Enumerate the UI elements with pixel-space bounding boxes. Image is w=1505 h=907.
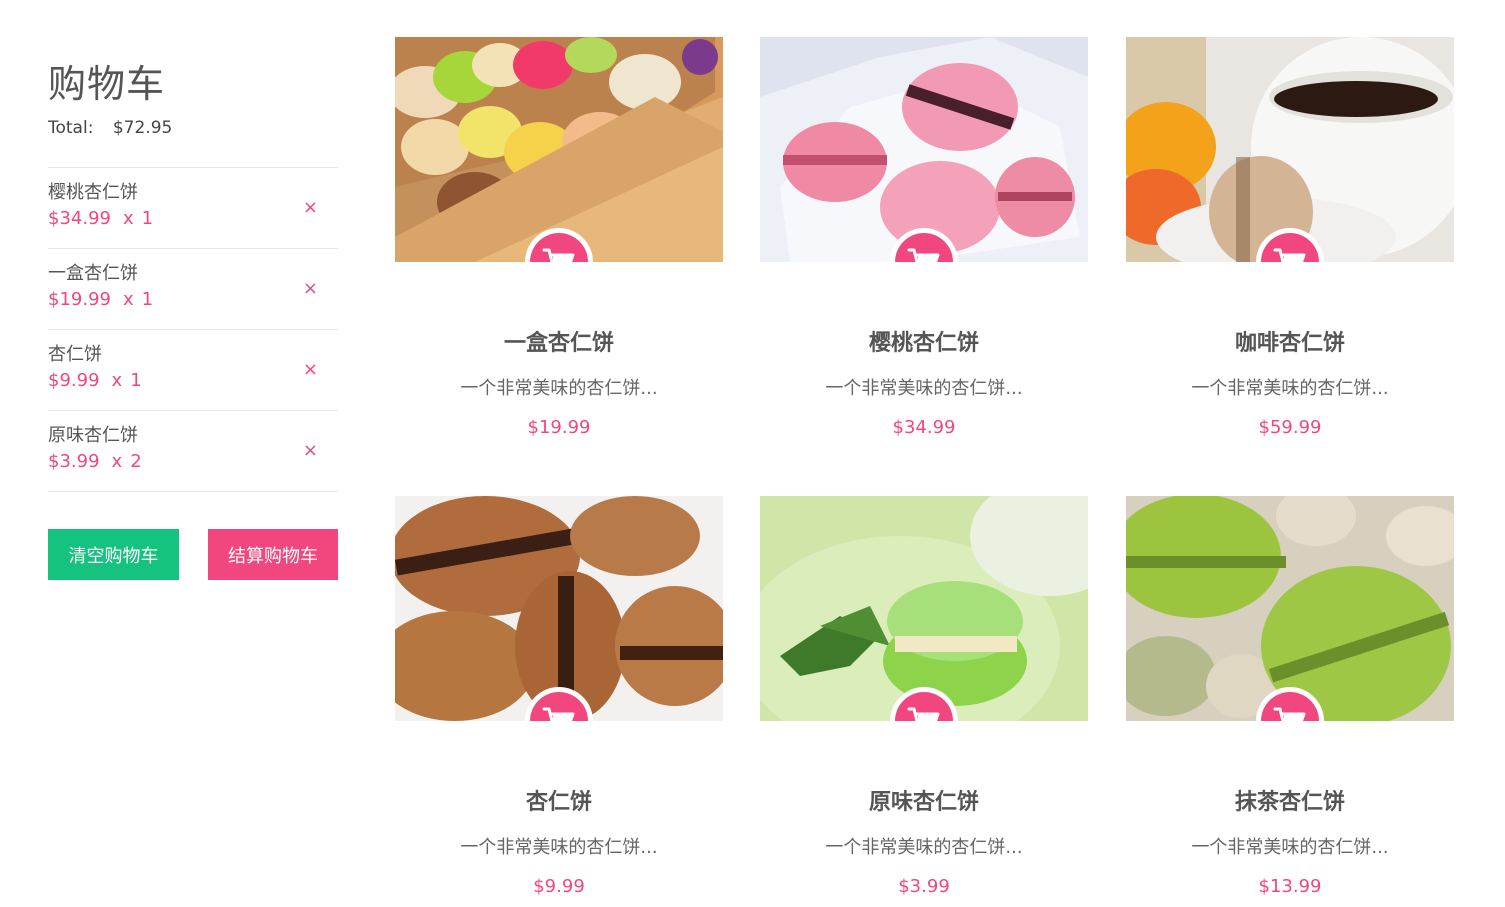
product-description: 一个非常美味的杏仁饼... xyxy=(460,378,658,399)
cart-item: 一盒杏仁饼 $19.99 x 1 × xyxy=(48,249,338,330)
product-image-chocolate-macaron xyxy=(395,496,723,721)
checkout-button[interactable]: 结算购物车 xyxy=(208,529,338,580)
remove-item-button[interactable]: × xyxy=(303,276,318,302)
cart-actions: 清空购物车 结算购物车 xyxy=(48,529,338,580)
cart-item-times: x xyxy=(122,289,134,310)
product-name: 杏仁饼 xyxy=(525,790,592,815)
product-name: 樱桃杏仁饼 xyxy=(868,331,979,356)
product-card: 原味杏仁饼 一个非常美味的杏仁饼... $3.99 xyxy=(760,496,1088,907)
product-name: 抹茶杏仁饼 xyxy=(1234,790,1345,815)
product-description: 一个非常美味的杏仁饼... xyxy=(1191,837,1389,858)
product-card: 一盒杏仁饼 一个非常美味的杏仁饼... $19.99 xyxy=(395,37,723,457)
product-image-coffee-macaron xyxy=(1126,37,1454,262)
clear-cart-button[interactable]: 清空购物车 xyxy=(48,529,179,580)
cart-item: 杏仁饼 $9.99 x 1 × xyxy=(48,330,338,411)
product-price: $3.99 xyxy=(898,876,950,897)
cart-item-price: $9.99 xyxy=(48,370,100,391)
cart-item-price: $19.99 xyxy=(48,289,111,310)
cart-item-name: 一盒杏仁饼 xyxy=(48,263,138,284)
shopping-cart-icon xyxy=(907,248,940,262)
cart-item-name: 原味杏仁饼 xyxy=(48,425,138,446)
product-price: $9.99 xyxy=(533,876,585,897)
remove-item-button[interactable]: × xyxy=(303,438,318,464)
cart-item-priceline: $3.99 x 2 xyxy=(48,449,338,475)
remove-item-button[interactable]: × xyxy=(303,195,318,221)
product-price: $59.99 xyxy=(1258,417,1322,438)
cart-total-label: Total: xyxy=(48,118,94,138)
product-card: 樱桃杏仁饼 一个非常美味的杏仁饼... $34.99 xyxy=(760,37,1088,457)
product-name: 原味杏仁饼 xyxy=(868,790,979,815)
product-name: 一盒杏仁饼 xyxy=(503,331,614,356)
cart-item-priceline: $19.99 x 1 xyxy=(48,287,338,313)
remove-item-button[interactable]: × xyxy=(303,357,318,383)
product-card: 咖啡杏仁饼 一个非常美味的杏仁饼... $59.99 xyxy=(1126,37,1454,457)
cart-item-qty: 1 xyxy=(141,289,154,310)
cart-total: Total: $72.95 xyxy=(48,116,338,140)
cart-item-priceline: $34.99 x 1 xyxy=(48,206,338,232)
cart-item: 樱桃杏仁饼 $34.99 x 1 × xyxy=(48,168,338,249)
product-image-matcha-macaron xyxy=(1126,496,1454,721)
cart-title: 购物车 xyxy=(48,62,166,106)
cart-item-qty: 2 xyxy=(130,451,142,472)
product-description: 一个非常美味的杏仁饼... xyxy=(460,837,658,858)
cart-item-priceline: $9.99 x 1 xyxy=(48,368,338,394)
product-name: 咖啡杏仁饼 xyxy=(1234,331,1345,356)
cart-item-times: x xyxy=(111,451,123,472)
product-image-cherry-macaron xyxy=(760,37,1088,262)
cart-item-qty: 1 xyxy=(141,208,154,229)
product-card: 杏仁饼 一个非常美味的杏仁饼... $9.99 xyxy=(395,496,723,907)
cart-item-name: 杏仁饼 xyxy=(48,344,102,365)
shopping-cart-icon xyxy=(1273,248,1306,262)
cart-sidebar: 购物车 Total: $72.95 樱桃杏仁饼 $34.99 x 1 × 一盒杏仁饼… xyxy=(48,58,338,580)
product-description: 一个非常美味的杏仁饼... xyxy=(825,837,1023,858)
cart-item: 原味杏仁饼 $3.99 x 2 × xyxy=(48,411,338,492)
cart-item-price: $3.99 xyxy=(48,451,100,472)
product-price: $13.99 xyxy=(1258,876,1322,897)
shopping-cart-icon xyxy=(542,707,575,721)
cart-item-price: $34.99 xyxy=(48,208,111,229)
shopping-cart-icon xyxy=(907,707,940,721)
cart-total-value: $72.95 xyxy=(112,118,173,138)
cart-item-times: x xyxy=(111,370,123,391)
cart-item-name: 樱桃杏仁饼 xyxy=(48,182,138,203)
product-price: $19.99 xyxy=(527,417,591,438)
product-price: $34.99 xyxy=(892,417,956,438)
cart-item-times: x xyxy=(122,208,134,229)
shopping-cart-icon xyxy=(1273,707,1306,721)
product-image-original-macaron xyxy=(760,496,1088,721)
cart-item-list: 樱桃杏仁饼 $34.99 x 1 × 一盒杏仁饼 $19.99 x 1 × 杏仁饼 $9… xyxy=(48,167,338,492)
product-description: 一个非常美味的杏仁饼... xyxy=(1191,378,1389,399)
product-description: 一个非常美味的杏仁饼... xyxy=(825,378,1023,399)
product-card: 抹茶杏仁饼 一个非常美味的杏仁饼... $13.99 xyxy=(1126,496,1454,907)
cart-item-qty: 1 xyxy=(130,370,142,391)
product-image-macaron-box xyxy=(395,37,723,262)
shopping-cart-icon xyxy=(542,248,575,262)
